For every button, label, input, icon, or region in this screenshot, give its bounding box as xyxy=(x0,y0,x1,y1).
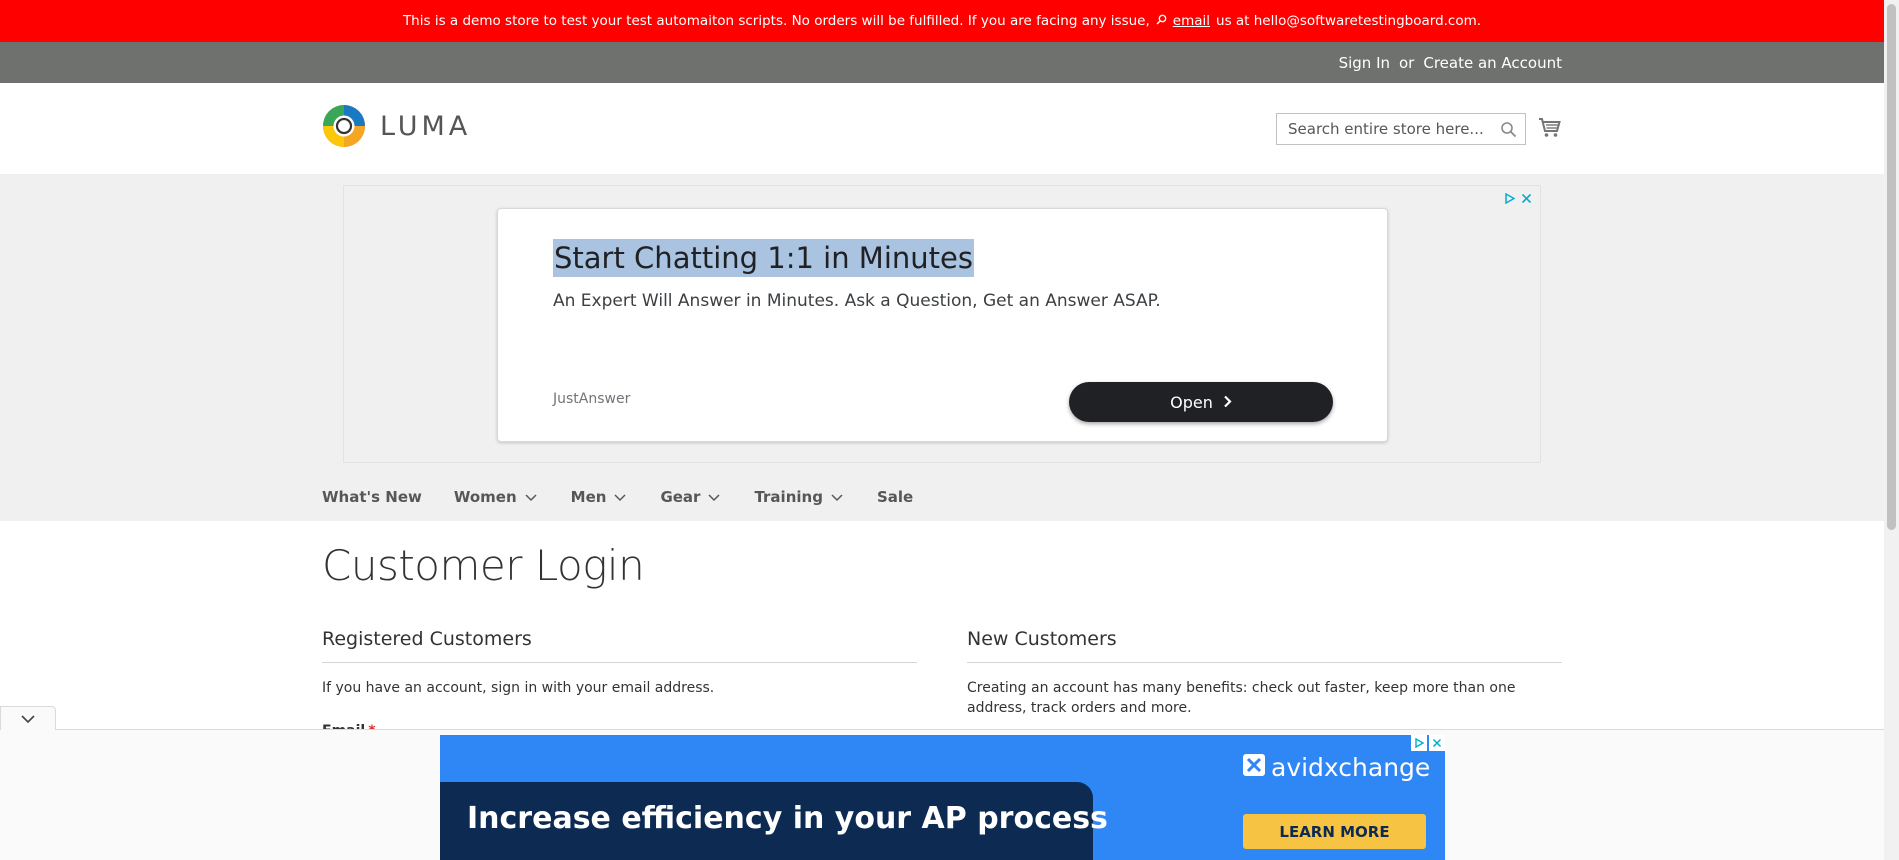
logo[interactable]: LUMA xyxy=(322,104,471,148)
ad-description: An Expert Will Answer in Minutes. Ask a … xyxy=(553,291,1161,311)
ad-brand[interactable]: JustAnswer xyxy=(553,391,630,407)
bottom-ad-controls xyxy=(1411,735,1445,751)
close-icon[interactable] xyxy=(1429,735,1445,751)
ad-open-button[interactable]: Open xyxy=(1069,382,1333,422)
nav-item-label: Men xyxy=(570,488,607,506)
create-account-link[interactable]: Create an Account xyxy=(1423,54,1562,72)
notice-text: This is a demo store to test your test a… xyxy=(402,13,1150,29)
ad-frame: Start Chatting 1:1 in Minutes An Expert … xyxy=(343,185,1541,463)
nav-item-label: Gear xyxy=(660,488,701,506)
sign-in-link[interactable]: Sign In xyxy=(1339,54,1390,72)
nav-item-women[interactable]: Women xyxy=(454,481,537,513)
learn-more-button[interactable]: LEARN MORE xyxy=(1243,814,1426,849)
search-input[interactable] xyxy=(1286,119,1500,139)
bottom-banner-ad[interactable]: Increase efficiency in your AP process a… xyxy=(440,735,1445,860)
or-separator: or xyxy=(1399,53,1415,72)
new-customers-title: New Customers xyxy=(967,628,1562,663)
nav-item-sale[interactable]: Sale xyxy=(877,481,913,513)
chevron-down-icon xyxy=(525,488,537,506)
nav-item-label: Training xyxy=(754,488,823,506)
chevron-down-icon xyxy=(831,488,843,506)
nav-item-label: Sale xyxy=(876,488,914,506)
search-box xyxy=(1276,113,1526,145)
ad-choices-icon[interactable] xyxy=(1504,189,1516,208)
nav-item-whats-new[interactable]: What's New xyxy=(322,481,422,513)
bottom-ad-headline: Increase efficiency in your AP process xyxy=(467,801,1108,836)
cart-icon[interactable] xyxy=(1538,117,1561,142)
close-icon[interactable] xyxy=(1521,189,1532,208)
nav-item-label: What's New xyxy=(322,488,422,506)
header-links: Sign In or Create an Account xyxy=(1339,42,1562,83)
email-link[interactable]: email xyxy=(1173,13,1210,29)
luma-logo-icon xyxy=(323,105,365,147)
bottom-ad-brand: avidxchange xyxy=(1243,753,1430,782)
ad-choices-icon[interactable] xyxy=(1411,735,1427,751)
registered-customers-title: Registered Customers xyxy=(322,628,917,663)
header-panel: Sign In or Create an Account xyxy=(0,42,1884,83)
demo-notice-bar: This is a demo store to test your test a… xyxy=(0,0,1884,42)
chevron-right-icon xyxy=(1223,393,1232,412)
new-customers-block: New Customers Creating an account has ma… xyxy=(967,628,1562,718)
avidxchange-logo-icon xyxy=(1243,753,1265,782)
notice-text-end: us at hello@softwaretestingboard.com. xyxy=(1216,13,1482,29)
nav-item-label: Women xyxy=(453,488,517,506)
ad-choices xyxy=(1504,189,1532,208)
chevron-down-icon xyxy=(21,709,35,728)
bottom-ad-brand-text: avidxchange xyxy=(1271,753,1431,782)
main-nav: What's New Women Men Gear Training Sale xyxy=(322,481,945,513)
nav-item-men[interactable]: Men xyxy=(571,481,627,513)
registered-customers-block: Registered Customers If you have an acco… xyxy=(322,628,917,698)
page-title: Customer Login xyxy=(322,541,645,590)
search-icon[interactable] xyxy=(1500,121,1517,142)
scrollbar-thumb[interactable] xyxy=(1887,4,1896,530)
nav-item-training[interactable]: Training xyxy=(754,481,843,513)
registered-customers-text: If you have an account, sign in with you… xyxy=(322,680,715,696)
ad-open-label: Open xyxy=(1170,392,1213,412)
nav-item-gear[interactable]: Gear xyxy=(660,481,720,513)
search-icon xyxy=(1156,13,1167,29)
collapse-ad-button[interactable] xyxy=(0,706,56,730)
ad-card[interactable]: Start Chatting 1:1 in Minutes An Expert … xyxy=(497,208,1388,442)
chevron-down-icon xyxy=(708,488,720,506)
logo-text: LUMA xyxy=(380,110,472,142)
new-customers-text: Creating an account has many benefits: c… xyxy=(967,680,1516,716)
page-scrollbar[interactable] xyxy=(1884,0,1899,860)
ad-title[interactable]: Start Chatting 1:1 in Minutes xyxy=(553,239,974,277)
chevron-down-icon xyxy=(614,488,626,506)
